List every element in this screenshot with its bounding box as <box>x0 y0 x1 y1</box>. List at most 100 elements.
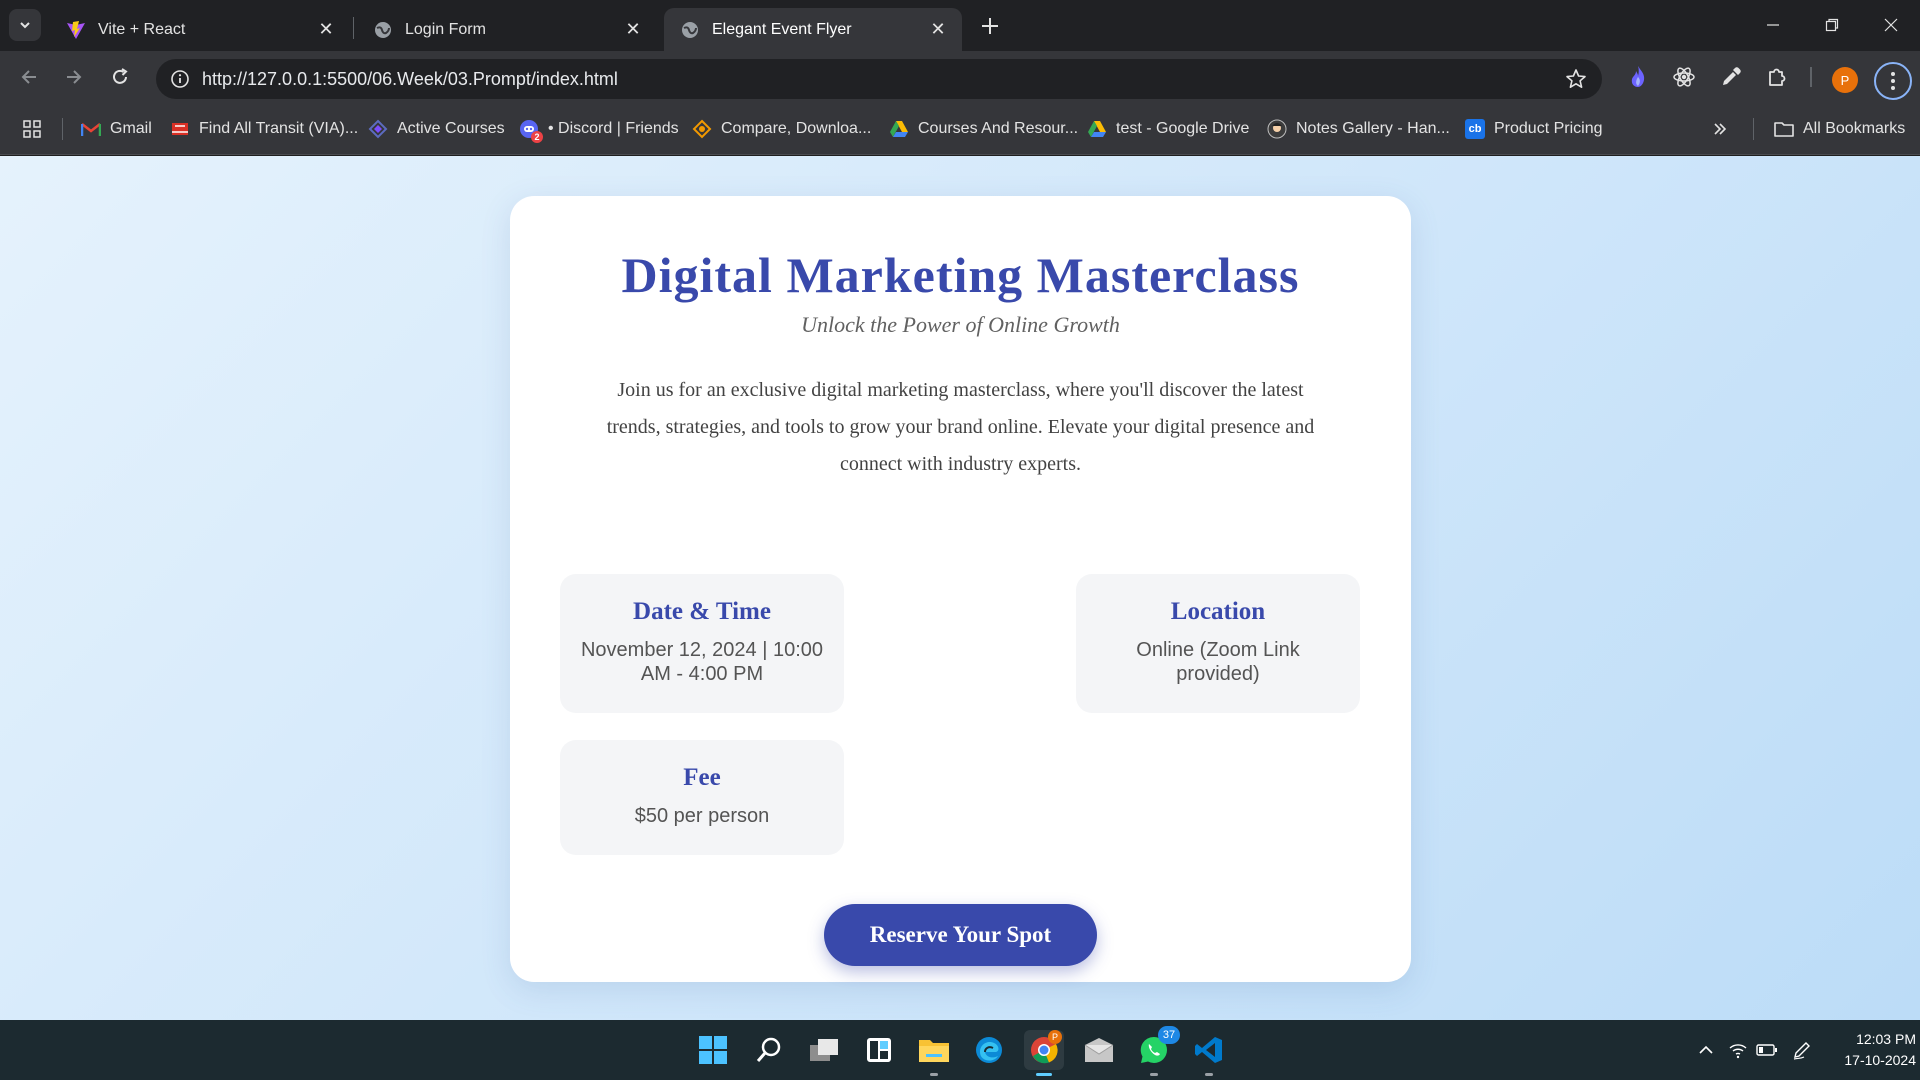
address-bar[interactable]: http://127.0.0.1:5500/06.Week/03.Prompt/… <box>156 59 1602 99</box>
google-drive-icon <box>889 119 909 139</box>
react-devtools-icon[interactable] <box>1670 63 1698 91</box>
browser-menu-button[interactable] <box>1874 62 1912 100</box>
minimize-button[interactable] <box>1753 8 1793 42</box>
tab-login-form[interactable]: Login Form ✕ <box>357 8 657 51</box>
location-box: Location Online (Zoom Link provided) <box>1076 574 1360 713</box>
clock-time: 12:03 PM <box>1856 1031 1916 1047</box>
extension-flame-icon[interactable] <box>1624 63 1652 91</box>
widgets-icon <box>867 1038 891 1062</box>
taskbar-search-button[interactable] <box>749 1030 789 1070</box>
reload-button[interactable] <box>104 61 136 93</box>
bookmark-label: Product Pricing <box>1494 120 1603 137</box>
apps-grid-button[interactable] <box>22 117 42 141</box>
new-tab-button[interactable] <box>976 12 1004 40</box>
reserve-spot-button[interactable]: Reserve Your Spot <box>824 904 1097 966</box>
tab-search-button[interactable] <box>9 9 41 41</box>
apps-grid-icon <box>23 120 41 138</box>
tab-title: Vite + React <box>98 20 186 38</box>
forward-button[interactable] <box>58 61 90 93</box>
date-time-value: November 12, 2024 | 10:00 AM - 4:00 PM <box>580 639 824 685</box>
edge-browser-button[interactable] <box>969 1030 1009 1070</box>
tab-strip: Vite + React ✕ Login Form ✕ Elegant Even… <box>0 0 1920 51</box>
tab-vite-react[interactable]: Vite + React ✕ <box>50 8 350 51</box>
restore-button[interactable] <box>1812 8 1852 42</box>
close-window-button[interactable] <box>1871 8 1911 42</box>
start-button[interactable] <box>693 1030 733 1070</box>
discord-icon: 2 <box>519 119 543 143</box>
widgets-button[interactable] <box>859 1030 899 1070</box>
bookmark-discord[interactable]: 2 • Discord | Friends <box>519 117 679 143</box>
close-icon[interactable]: ✕ <box>928 19 948 40</box>
profile-avatar[interactable]: P <box>1832 67 1858 93</box>
bookmark-label: Gmail <box>110 120 152 137</box>
folder-icon <box>919 1040 949 1062</box>
show-hidden-icons-button[interactable] <box>1694 1038 1718 1062</box>
bookmark-label: Active Courses <box>397 120 505 137</box>
running-indicator <box>1150 1073 1158 1076</box>
color-picker-icon[interactable] <box>1717 63 1745 91</box>
bookmark-compare-download[interactable]: Compare, Downloa... <box>692 117 871 141</box>
event-description: Join us for an exclusive digital marketi… <box>606 379 1315 475</box>
running-indicator <box>1205 1073 1213 1076</box>
close-icon[interactable]: ✕ <box>316 19 336 40</box>
more-vertical-icon <box>1891 72 1895 90</box>
extensions-puzzle-icon[interactable] <box>1763 63 1791 91</box>
bookmark-test-google-drive[interactable]: test - Google Drive <box>1087 117 1249 141</box>
bookmark-gmail[interactable]: Gmail <box>81 117 152 141</box>
browser-toolbar: http://127.0.0.1:5500/06.Week/03.Prompt/… <box>0 51 1920 102</box>
page-viewport: Digital Marketing Masterclass Unlock the… <box>0 156 1920 1020</box>
site-info-icon[interactable] <box>166 65 194 93</box>
arrow-left-icon <box>21 70 36 84</box>
bookmark-label: Courses And Resour... <box>918 120 1079 137</box>
all-bookmarks-label: All Bookmarks <box>1803 120 1906 137</box>
search-icon <box>756 1037 781 1062</box>
edge-icon <box>976 1037 1002 1063</box>
whatsapp-button[interactable]: 37 <box>1134 1026 1180 1076</box>
compare-icon <box>692 119 712 139</box>
system-clock[interactable]: 12:03 PM 17-10-2024 <box>1820 1029 1916 1071</box>
whatsapp-badge: 37 <box>1158 1026 1180 1044</box>
pen-icon[interactable] <box>1790 1038 1814 1062</box>
mail-button[interactable] <box>1079 1030 1119 1070</box>
clock-date: 17-10-2024 <box>1844 1052 1916 1068</box>
network-icon[interactable] <box>1726 1038 1750 1062</box>
minimize-icon <box>1767 24 1779 26</box>
bookmark-product-pricing[interactable]: cb Product Pricing <box>1465 117 1603 141</box>
globe-icon <box>373 20 393 40</box>
file-explorer-button[interactable] <box>914 1030 954 1076</box>
location-heading: Location <box>1170 598 1266 625</box>
tab-title: Elegant Event Flyer <box>712 20 852 38</box>
windows-taskbar: P 37 12:03 PM 17-10-2024 <box>0 1020 1920 1080</box>
discord-badge: 2 <box>531 131 543 143</box>
vscode-button[interactable] <box>1189 1030 1229 1076</box>
plus-icon <box>982 18 998 34</box>
back-button[interactable] <box>13 61 45 93</box>
bookmark-active-courses[interactable]: Active Courses <box>368 117 505 141</box>
page-title: Digital Marketing Masterclass <box>621 247 1300 303</box>
notes-icon <box>1267 119 1287 139</box>
fee-heading: Fee <box>683 764 721 791</box>
task-view-button[interactable] <box>804 1030 844 1070</box>
bookmark-label: Compare, Downloa... <box>721 120 872 137</box>
bookmark-label: Find All Transit (VIA)... <box>199 120 359 137</box>
task-view-icon <box>810 1039 838 1061</box>
bookmark-courses-and-resources[interactable]: Courses And Resour... <box>889 117 1078 141</box>
url-text[interactable]: http://127.0.0.1:5500/06.Week/03.Prompt/… <box>202 69 618 90</box>
tab-title: Login Form <box>405 20 486 38</box>
bookmarks-divider <box>1753 118 1754 140</box>
bookmark-find-all-transit[interactable]: Find All Transit (VIA)... <box>170 117 358 141</box>
bookmark-notes-gallery[interactable]: Notes Gallery - Han... <box>1267 117 1450 141</box>
reload-icon <box>113 68 128 84</box>
all-bookmarks-button[interactable]: All Bookmarks <box>1774 117 1905 141</box>
date-time-box: Date & Time November 12, 2024 | 10:00 AM… <box>560 574 844 713</box>
bookmark-label: test - Google Drive <box>1116 120 1250 137</box>
more-bookmarks-button[interactable] <box>1712 117 1728 141</box>
courses-icon <box>368 119 388 139</box>
bookmark-star-icon[interactable] <box>1564 67 1588 91</box>
chrome-browser-button[interactable]: P <box>1024 1030 1064 1076</box>
gmail-icon <box>81 119 101 139</box>
close-icon[interactable]: ✕ <box>623 19 643 40</box>
battery-icon[interactable] <box>1755 1038 1779 1062</box>
tab-elegant-event-flyer[interactable]: Elegant Event Flyer ✕ <box>664 8 962 51</box>
google-drive-icon <box>1087 119 1107 139</box>
